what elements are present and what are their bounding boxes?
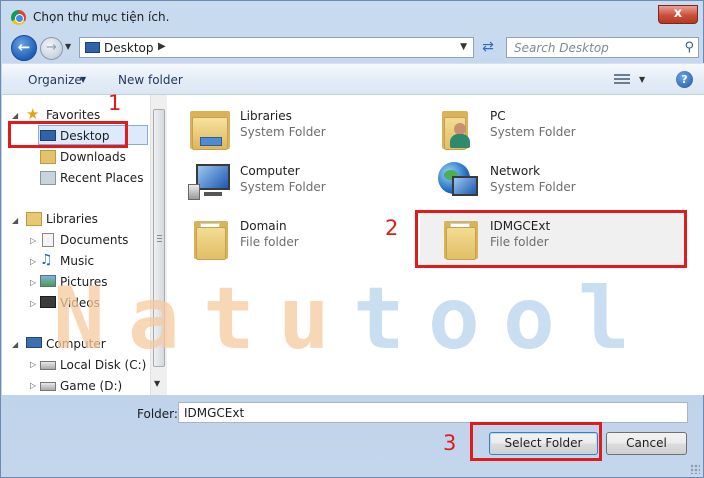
- search-input[interactable]: Search Desktop ⚲: [506, 37, 699, 58]
- view-dropdown-icon[interactable]: ▼: [639, 75, 645, 84]
- back-button[interactable]: ←: [11, 35, 37, 61]
- downloads-folder-icon: [40, 150, 56, 164]
- file-item-computer[interactable]: Computer System Folder: [186, 158, 426, 210]
- expand-arrow-icon[interactable]: ▷: [30, 278, 36, 287]
- organize-dropdown-icon[interactable]: ▼: [80, 75, 86, 84]
- nav-scrollbar[interactable]: ▼: [150, 95, 167, 395]
- cancel-button[interactable]: Cancel: [606, 432, 687, 455]
- search-icon[interactable]: ⚲: [684, 40, 694, 55]
- annotation-box-2: [415, 210, 687, 268]
- libraries-icon: [26, 212, 42, 226]
- address-bar[interactable]: Desktop ▶ ▼: [79, 37, 474, 58]
- network-icon: [436, 158, 484, 206]
- collapse-arrow-icon[interactable]: ◢: [12, 340, 18, 349]
- window-title: Chọn thư mục tiện ích.: [33, 10, 170, 24]
- file-item-libraries[interactable]: Libraries System Folder: [186, 103, 426, 155]
- close-button[interactable]: x: [658, 5, 698, 24]
- expand-arrow-icon[interactable]: ▷: [30, 236, 36, 245]
- folder-picker-dialog: Chọn thư mục tiện ích. x ← → ▼ Desktop ▶…: [0, 0, 704, 478]
- chrome-icon: [11, 10, 26, 25]
- help-icon[interactable]: ?: [676, 71, 693, 88]
- annotation-number-1: 1: [108, 91, 122, 115]
- organize-button[interactable]: Organize: [28, 73, 82, 87]
- collapse-arrow-icon[interactable]: ◢: [12, 216, 18, 225]
- documents-icon: [42, 233, 54, 247]
- scrollbar-thumb[interactable]: [153, 109, 165, 367]
- recent-pages-dropdown-icon[interactable]: ▼: [65, 42, 71, 51]
- folder-label: Folder:: [137, 407, 178, 421]
- resize-grip-icon[interactable]: [690, 464, 700, 474]
- file-item-network[interactable]: Network System Folder: [436, 158, 676, 210]
- annotation-box-3: [470, 422, 602, 461]
- folder-name-input[interactable]: [178, 402, 688, 423]
- file-item-pc[interactable]: PC System Folder: [436, 103, 676, 155]
- annotation-number-2: 2: [385, 216, 399, 240]
- expand-arrow-icon[interactable]: ▷: [30, 360, 36, 369]
- expand-arrow-icon[interactable]: ▷: [30, 299, 36, 308]
- drive-icon: [40, 382, 56, 391]
- annotation-number-3: 3: [443, 431, 457, 455]
- annotation-box-1: [8, 121, 128, 148]
- computer-icon: [186, 158, 234, 206]
- libraries-icon: [186, 103, 234, 151]
- recent-places-icon: [40, 171, 56, 185]
- drive-icon: [40, 361, 56, 370]
- videos-icon: [40, 296, 56, 308]
- scroll-down-arrow-icon[interactable]: ▼: [154, 379, 160, 388]
- expand-arrow-icon[interactable]: ▷: [30, 257, 36, 266]
- user-folder-icon: [436, 103, 484, 151]
- search-placeholder: Search Desktop: [514, 41, 609, 55]
- star-icon: ★: [26, 105, 40, 123]
- refresh-icon[interactable]: ⇄: [477, 37, 499, 58]
- music-icon: ♫: [40, 252, 53, 268]
- address-path[interactable]: Desktop: [104, 41, 154, 55]
- desktop-icon: [85, 42, 100, 53]
- address-dropdown-icon[interactable]: ▼: [460, 42, 467, 52]
- computer-icon: [26, 337, 42, 348]
- chevron-right-icon[interactable]: ▶: [158, 41, 166, 52]
- forward-button[interactable]: →: [40, 37, 63, 60]
- collapse-arrow-icon[interactable]: ◢: [12, 111, 18, 120]
- folder-icon: [186, 213, 234, 261]
- expand-arrow-icon[interactable]: ▷: [30, 381, 36, 390]
- pictures-icon: [40, 275, 56, 287]
- new-folder-button[interactable]: New folder: [118, 73, 183, 87]
- title-bar: Chọn thư mục tiện ích. x: [1, 1, 703, 33]
- view-options-icon[interactable]: [614, 72, 630, 86]
